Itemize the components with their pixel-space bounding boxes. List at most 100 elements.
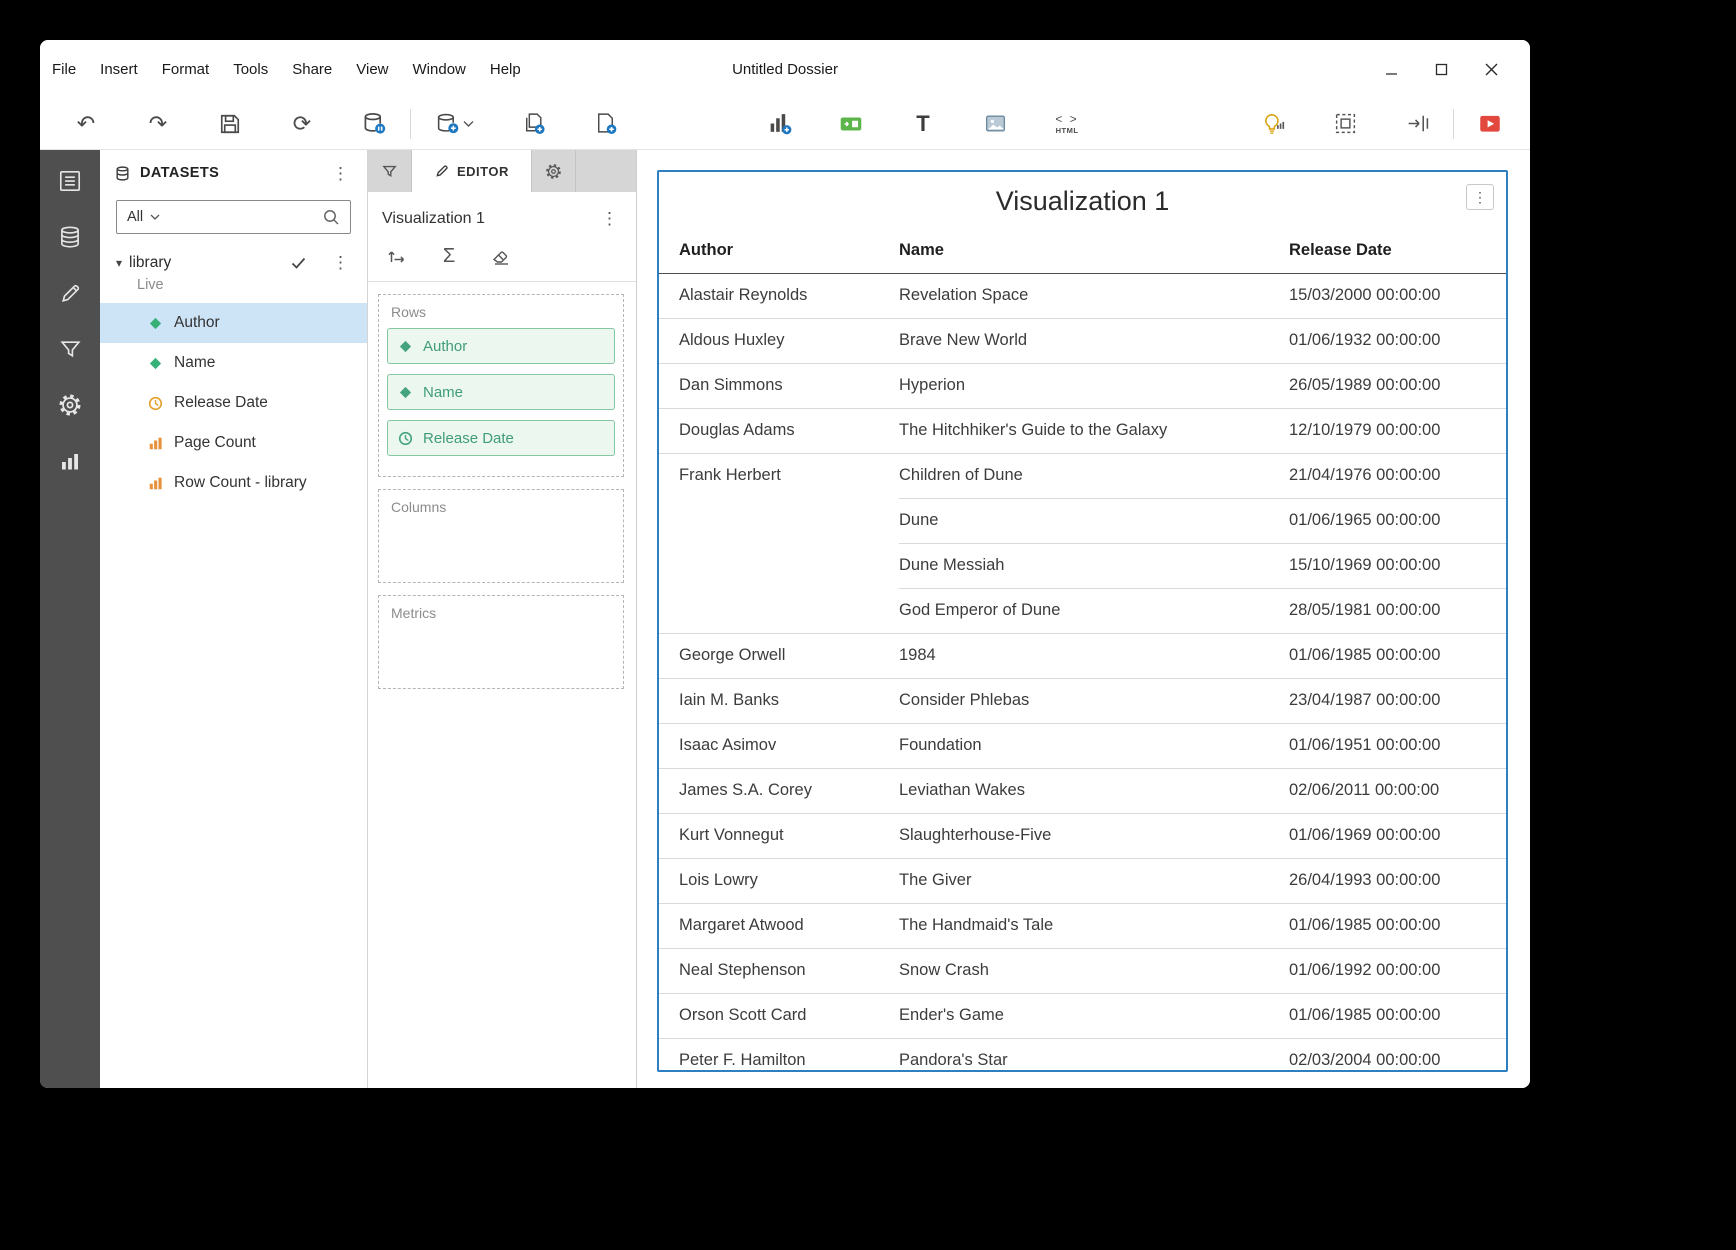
column-header-author[interactable]: Author xyxy=(659,229,899,273)
collapse-panels-button[interactable] xyxy=(1395,104,1439,144)
rows-zone-item-release-date[interactable]: Release Date xyxy=(387,420,615,456)
name-cell[interactable]: Ender's Game xyxy=(899,993,1289,1038)
visualization-gallery-button[interactable] xyxy=(53,444,87,478)
release-date-cell[interactable]: 23/04/1987 00:00:00 xyxy=(1289,678,1506,723)
name-cell[interactable]: The Giver xyxy=(899,858,1289,903)
add-text-button[interactable]: T xyxy=(901,104,945,144)
name-cell[interactable]: Revelation Space xyxy=(899,273,1289,318)
column-header-name[interactable]: Name xyxy=(899,229,1289,273)
add-data-button[interactable] xyxy=(425,104,483,144)
minimize-button[interactable] xyxy=(1374,54,1408,84)
release-date-cell[interactable]: 01/06/1992 00:00:00 xyxy=(1289,948,1506,993)
release-date-cell[interactable]: 01/06/1985 00:00:00 xyxy=(1289,633,1506,678)
release-date-cell[interactable]: 01/06/1985 00:00:00 xyxy=(1289,993,1506,1038)
release-date-cell[interactable]: 12/10/1979 00:00:00 xyxy=(1289,408,1506,453)
tab-editor[interactable]: EDITOR xyxy=(412,150,532,192)
add-visualization-button[interactable] xyxy=(757,104,801,144)
author-cell[interactable]: Margaret Atwood xyxy=(659,903,899,948)
menu-view[interactable]: View xyxy=(344,61,400,78)
menu-file[interactable]: File xyxy=(40,61,88,78)
add-html-button[interactable]: < > HTML xyxy=(1045,104,1089,144)
layout-button[interactable] xyxy=(1323,104,1367,144)
name-cell[interactable]: The Handmaid's Tale xyxy=(899,903,1289,948)
aggregate-button[interactable]: Σ xyxy=(436,243,462,269)
present-button[interactable] xyxy=(1468,104,1512,144)
settings-panel-button[interactable] xyxy=(53,388,87,422)
add-page-button[interactable] xyxy=(583,104,627,144)
dataset-menu-button[interactable]: ⋮ xyxy=(328,252,353,273)
name-cell[interactable]: Foundation xyxy=(899,723,1289,768)
dataset-field-page-count[interactable]: Page Count xyxy=(100,423,367,463)
rows-zone-item-name[interactable]: Name xyxy=(387,374,615,410)
release-date-cell[interactable]: 26/05/1989 00:00:00 xyxy=(1289,363,1506,408)
search-button[interactable] xyxy=(322,208,340,226)
name-cell[interactable]: 1984 xyxy=(899,633,1289,678)
tab-filter[interactable] xyxy=(368,150,412,192)
save-button[interactable] xyxy=(208,104,252,144)
release-date-cell[interactable]: 01/06/1932 00:00:00 xyxy=(1289,318,1506,363)
dataset-field-name[interactable]: Name xyxy=(100,343,367,383)
author-cell[interactable] xyxy=(659,543,899,588)
author-cell[interactable]: Douglas Adams xyxy=(659,408,899,453)
insights-button[interactable] xyxy=(1251,104,1295,144)
name-cell[interactable]: God Emperor of Dune xyxy=(899,588,1289,633)
author-cell[interactable] xyxy=(659,588,899,633)
editor-menu-button[interactable]: ⋮ xyxy=(597,208,622,229)
author-cell[interactable]: Isaac Asimov xyxy=(659,723,899,768)
release-date-cell[interactable]: 15/03/2000 00:00:00 xyxy=(1289,273,1506,318)
refresh-button[interactable]: ⟳ xyxy=(280,104,324,144)
clear-button[interactable] xyxy=(488,243,514,269)
duplicate-page-button[interactable] xyxy=(511,104,555,144)
author-cell[interactable]: Frank Herbert xyxy=(659,453,899,498)
pivot-button[interactable] xyxy=(384,243,410,269)
author-cell[interactable]: Lois Lowry xyxy=(659,858,899,903)
release-date-cell[interactable]: 02/06/2011 00:00:00 xyxy=(1289,768,1506,813)
author-cell[interactable]: Iain M. Banks xyxy=(659,678,899,723)
author-cell[interactable]: Alastair Reynolds xyxy=(659,273,899,318)
name-cell[interactable]: Brave New World xyxy=(899,318,1289,363)
tab-format[interactable] xyxy=(532,150,576,192)
undo-button[interactable]: ↶ xyxy=(64,104,108,144)
name-cell[interactable]: Dune xyxy=(899,498,1289,543)
release-date-cell[interactable]: 01/06/1985 00:00:00 xyxy=(1289,903,1506,948)
add-image-button[interactable] xyxy=(973,104,1017,144)
release-date-cell[interactable]: 28/05/1981 00:00:00 xyxy=(1289,588,1506,633)
name-cell[interactable]: Consider Phlebas xyxy=(899,678,1289,723)
release-date-cell[interactable]: 26/04/1993 00:00:00 xyxy=(1289,858,1506,903)
author-cell[interactable]: James S.A. Corey xyxy=(659,768,899,813)
menu-window[interactable]: Window xyxy=(401,61,478,78)
name-cell[interactable]: The Hitchhiker's Guide to the Galaxy xyxy=(899,408,1289,453)
add-filter-panel-button[interactable] xyxy=(829,104,873,144)
maximize-button[interactable] xyxy=(1424,54,1458,84)
close-button[interactable] xyxy=(1474,54,1508,84)
menu-format[interactable]: Format xyxy=(150,61,222,78)
metrics-drop-zone[interactable]: Metrics xyxy=(378,595,624,689)
menu-help[interactable]: Help xyxy=(478,61,533,78)
author-cell[interactable] xyxy=(659,498,899,543)
dataset-field-release-date[interactable]: Release Date xyxy=(100,383,367,423)
release-date-cell[interactable]: 15/10/1969 00:00:00 xyxy=(1289,543,1506,588)
menu-insert[interactable]: Insert xyxy=(88,61,150,78)
edit-panel-button[interactable] xyxy=(53,276,87,310)
name-cell[interactable]: Children of Dune xyxy=(899,453,1289,498)
redo-button[interactable]: ↷ xyxy=(136,104,180,144)
name-cell[interactable]: Dune Messiah xyxy=(899,543,1289,588)
dataset-filter-dropdown[interactable]: All xyxy=(127,209,160,225)
columns-drop-zone[interactable]: Columns xyxy=(378,489,624,583)
filter-panel-button[interactable] xyxy=(53,332,87,366)
release-date-cell[interactable]: 01/06/1969 00:00:00 xyxy=(1289,813,1506,858)
visualization-container[interactable]: Visualization 1 ⋮ Author Name Release Da… xyxy=(657,170,1508,1072)
release-date-cell[interactable]: 01/06/1951 00:00:00 xyxy=(1289,723,1506,768)
dataset-status-button[interactable] xyxy=(352,104,396,144)
release-date-cell[interactable]: 02/03/2004 00:00:00 xyxy=(1289,1038,1506,1072)
dataset-field-author[interactable]: Author xyxy=(100,303,367,343)
datasets-panel-menu-button[interactable]: ⋮ xyxy=(328,163,353,184)
author-cell[interactable]: Peter F. Hamilton xyxy=(659,1038,899,1072)
datasets-panel-button[interactable] xyxy=(53,220,87,254)
author-cell[interactable]: Dan Simmons xyxy=(659,363,899,408)
release-date-cell[interactable]: 01/06/1965 00:00:00 xyxy=(1289,498,1506,543)
name-cell[interactable]: Hyperion xyxy=(899,363,1289,408)
name-cell[interactable]: Pandora's Star xyxy=(899,1038,1289,1072)
release-date-cell[interactable]: 21/04/1976 00:00:00 xyxy=(1289,453,1506,498)
dataset-tree-item[interactable]: ▾ library ⋮ xyxy=(100,248,367,275)
